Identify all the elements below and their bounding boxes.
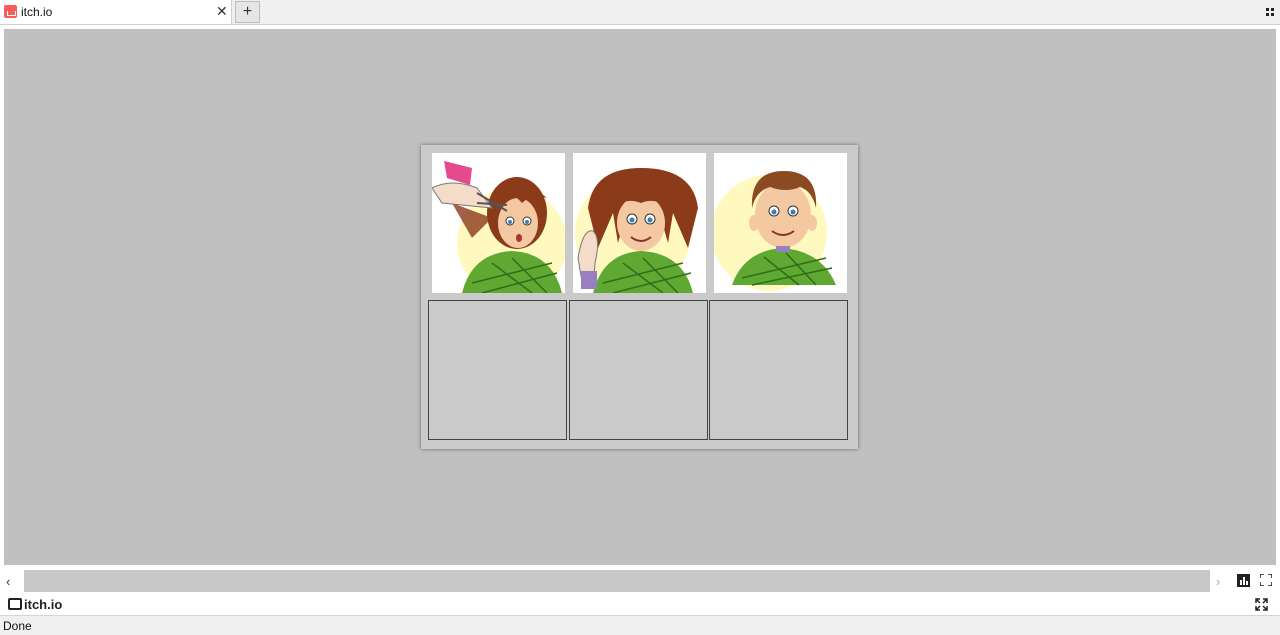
itch-bottom-bar: itch.io bbox=[0, 594, 1280, 615]
browser-tab[interactable]: itch.io ✕ bbox=[0, 0, 232, 24]
picture-card-3[interactable] bbox=[714, 153, 847, 293]
close-tab-icon[interactable]: ✕ bbox=[216, 3, 228, 20]
fullscreen-icon[interactable] bbox=[1260, 574, 1272, 586]
sequence-game-board bbox=[421, 145, 858, 449]
horizontal-scrollbar: ‹ › bbox=[0, 568, 1280, 594]
itch-brand-link[interactable]: itch.io bbox=[24, 597, 62, 612]
expand-arrows-icon[interactable] bbox=[1255, 598, 1268, 611]
scrollbar-track[interactable] bbox=[24, 570, 1210, 592]
scroll-left-icon[interactable]: ‹ bbox=[6, 574, 10, 589]
picture-card-2[interactable] bbox=[573, 153, 706, 293]
menu-grid-icon[interactable] bbox=[1266, 8, 1274, 16]
game-viewport bbox=[4, 29, 1276, 565]
itch-logo-icon[interactable] bbox=[8, 598, 22, 610]
itch-favicon-icon bbox=[4, 5, 17, 18]
tab-bar: itch.io ✕ + bbox=[0, 0, 1280, 25]
drop-slot-2[interactable] bbox=[569, 300, 708, 440]
drop-slot-3[interactable] bbox=[709, 300, 848, 440]
status-text: Done bbox=[3, 619, 32, 633]
drop-slot-1[interactable] bbox=[428, 300, 567, 440]
boy-long-messy-hair-image bbox=[575, 168, 698, 293]
scroll-right-icon[interactable]: › bbox=[1216, 574, 1220, 589]
girl-haircut-scissors-image bbox=[432, 161, 565, 293]
status-bar: Done bbox=[0, 615, 1280, 635]
tab-title: itch.io bbox=[21, 5, 53, 19]
boy-short-haircut-image bbox=[714, 171, 836, 291]
picture-card-1[interactable] bbox=[432, 153, 565, 293]
stats-chart-icon[interactable] bbox=[1237, 574, 1250, 587]
new-tab-button[interactable]: + bbox=[235, 1, 260, 23]
